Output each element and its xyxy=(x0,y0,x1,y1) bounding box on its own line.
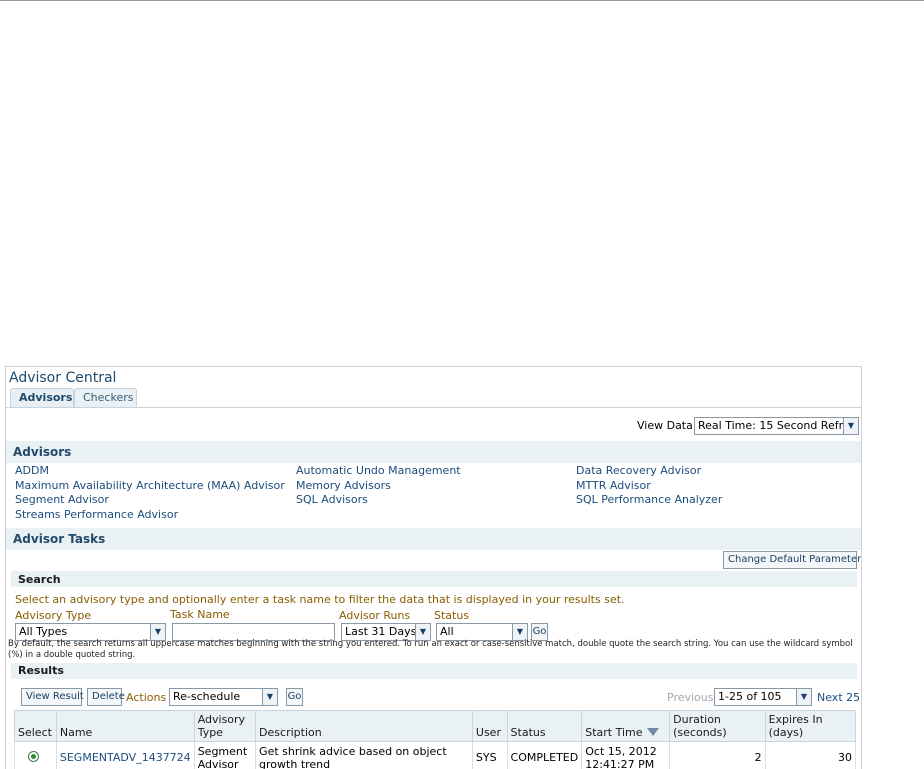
row-user: SYS xyxy=(471,741,508,769)
previous-link: Previous xyxy=(667,691,714,704)
chevron-down-icon: ▼ xyxy=(843,418,858,434)
link-mttr-advisor[interactable]: MTTR Advisor xyxy=(576,479,651,492)
chevron-down-icon: ▼ xyxy=(512,624,527,640)
link-sql-advisors[interactable]: SQL Advisors xyxy=(296,493,368,506)
page-range-value: 1-25 of 105 xyxy=(718,690,782,703)
actions-select[interactable]: Re-schedule ▼ xyxy=(169,688,278,706)
search-instruction: Select an advisory type and optionally e… xyxy=(15,593,625,606)
col-select: Select xyxy=(14,710,57,742)
advisor-tasks-title: Advisor Tasks xyxy=(13,532,106,546)
link-memory-advisors[interactable]: Memory Advisors xyxy=(296,479,391,492)
advisor-tasks-header: Advisor Tasks xyxy=(6,528,861,550)
link-sql-performance-analyzer[interactable]: SQL Performance Analyzer xyxy=(576,493,722,506)
status-value: All xyxy=(440,625,454,638)
actions-go-button[interactable]: Go xyxy=(286,688,303,706)
chevron-down-icon: ▼ xyxy=(262,689,277,705)
search-help-note: By default, the search returns all upper… xyxy=(8,639,853,660)
top-rule xyxy=(0,0,924,1)
row-duration: 2 xyxy=(669,741,766,769)
col-name[interactable]: Name xyxy=(55,710,195,742)
change-default-parameters-button[interactable]: Change Default Parameters xyxy=(723,551,861,569)
link-segment-advisor[interactable]: Segment Advisor xyxy=(15,493,109,506)
link-undo-management[interactable]: Automatic Undo Management xyxy=(296,464,461,477)
advisory-type-label: Advisory Type xyxy=(15,609,92,622)
task-name-label: Task Name xyxy=(170,608,230,621)
col-description[interactable]: Description xyxy=(255,710,473,742)
row-status: COMPLETED xyxy=(506,741,583,769)
col-status[interactable]: Status xyxy=(506,710,583,742)
tab-underline xyxy=(6,407,861,408)
search-header: Search xyxy=(11,571,857,587)
view-data-label: View Data xyxy=(637,419,693,432)
page-range-select[interactable]: 1-25 of 105 ▼ xyxy=(714,688,812,706)
col-user[interactable]: User xyxy=(471,710,508,742)
results-header-row: Select Name Advisory Type Description Us… xyxy=(14,710,857,742)
tab-advisors[interactable]: Advisors xyxy=(10,388,74,408)
results-table: Select Name Advisory Type Description Us… xyxy=(14,710,857,769)
advisory-type-value: All Types xyxy=(19,625,68,638)
advisors-title: Advisors xyxy=(13,445,72,459)
tab-checkers[interactable]: Checkers xyxy=(74,388,137,408)
col-expires[interactable]: Expires In (days) xyxy=(764,710,857,742)
next-link[interactable]: Next 25 xyxy=(817,691,860,704)
col-start-time-label: Start Time xyxy=(585,726,643,739)
delete-button[interactable]: Delete xyxy=(87,688,125,706)
results-header: Results xyxy=(11,663,857,679)
task-name-link[interactable]: SEGMENTADV_1437724 xyxy=(60,751,191,764)
row-advisory-type: Segment Advisor xyxy=(193,741,257,769)
search-title: Search xyxy=(18,573,61,586)
advisors-header: Advisors xyxy=(6,441,861,463)
col-advisory-type[interactable]: Advisory Type xyxy=(193,710,257,742)
chevron-down-icon: ▼ xyxy=(796,689,811,705)
view-data-value: Real Time: 15 Second Refresh xyxy=(698,419,859,432)
results-title: Results xyxy=(18,664,64,677)
link-maa-advisor[interactable]: Maximum Availability Architecture (MAA) … xyxy=(15,479,285,492)
row-select-radio[interactable] xyxy=(28,750,39,762)
page-title: Advisor Central xyxy=(9,370,117,386)
actions-label: Actions xyxy=(126,691,167,704)
row-description: Get shrink advice based on object growth… xyxy=(255,741,473,769)
sort-descending-icon xyxy=(646,728,659,736)
table-row: SEGMENTADV_1437724 Segment Advisor Get s… xyxy=(14,741,857,769)
actions-value: Re-schedule xyxy=(173,690,241,703)
col-start-time[interactable]: Start Time xyxy=(581,710,671,742)
view-result-button[interactable]: View Result xyxy=(21,688,84,706)
row-name-cell: SEGMENTADV_1437724 xyxy=(55,741,195,769)
link-data-recovery-advisor[interactable]: Data Recovery Advisor xyxy=(576,464,701,477)
row-select-cell xyxy=(14,741,57,769)
status-label: Status xyxy=(434,609,470,622)
link-addm[interactable]: ADDM xyxy=(15,464,49,477)
advisor-central-panel: Advisor Central Advisors Checkers View D… xyxy=(5,366,862,769)
radio-selected-dot xyxy=(31,753,36,759)
chevron-down-icon: ▼ xyxy=(150,624,165,640)
row-start-time: Oct 15, 2012 12:41:27 PM xyxy=(581,741,671,769)
chevron-down-icon: ▼ xyxy=(415,624,430,640)
view-data-select[interactable]: Real Time: 15 Second Refresh ▼ xyxy=(694,417,859,435)
row-expires: 30 xyxy=(764,741,857,769)
col-duration[interactable]: Duration (seconds) xyxy=(669,710,766,742)
advisor-runs-label: Advisor Runs xyxy=(339,609,411,622)
link-streams-advisor[interactable]: Streams Performance Advisor xyxy=(15,508,178,521)
advisor-runs-value: Last 31 Days xyxy=(345,625,417,638)
